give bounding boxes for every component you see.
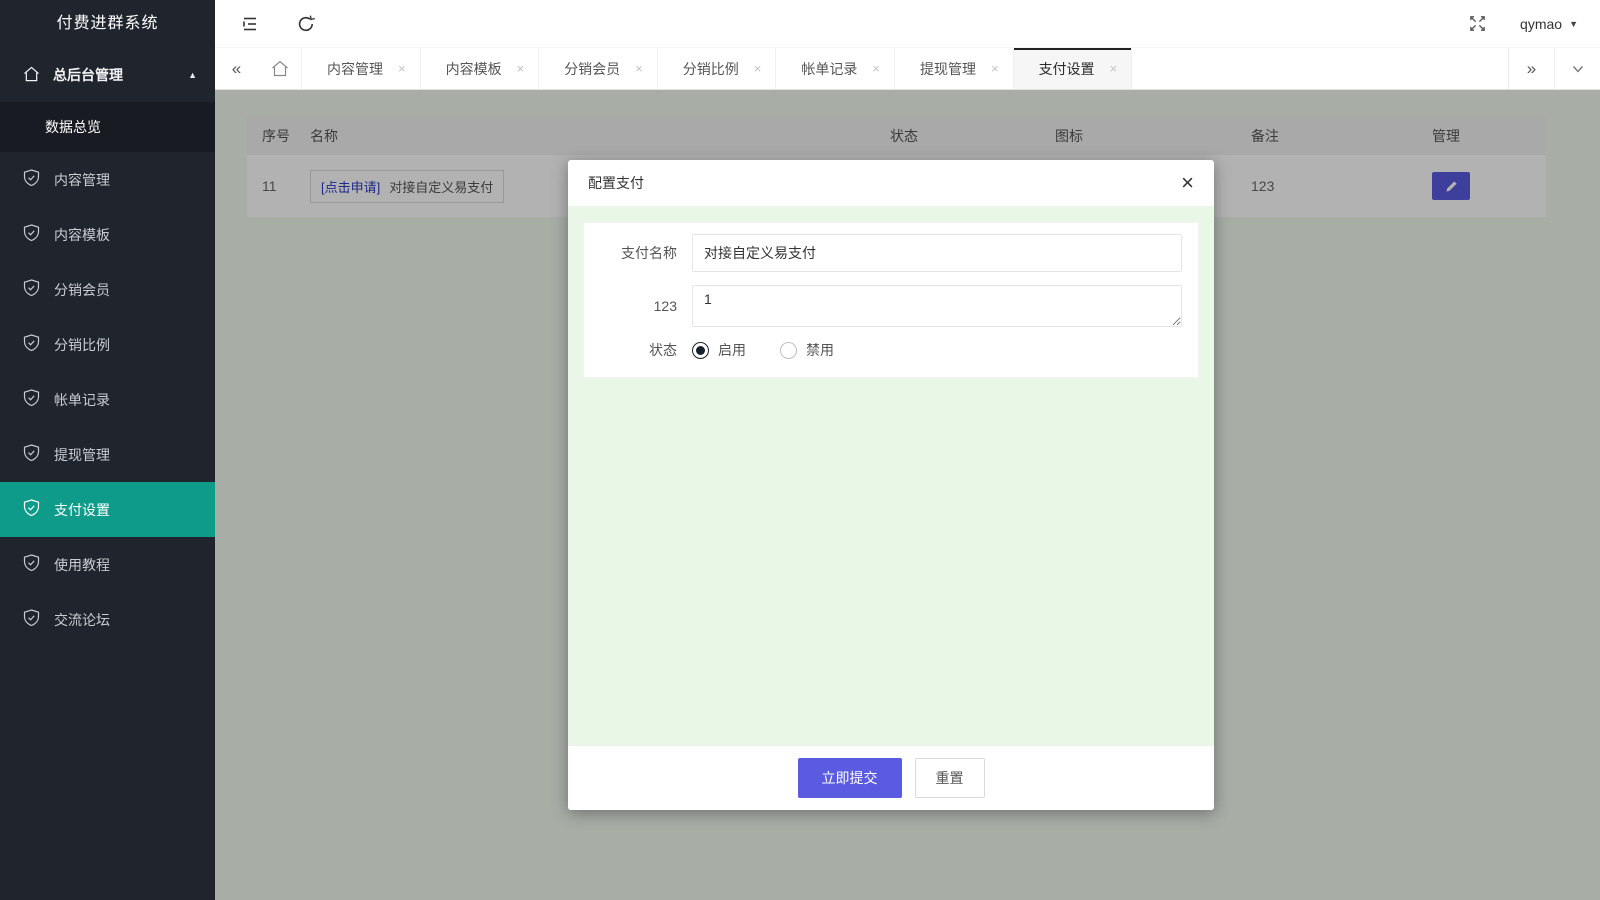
tab-bar: « 内容管理 × 内容模板 × 分销会员 × 分销比例 × 帐单记录: [215, 48, 1600, 90]
app-root: 付费进群系统 总后台管理 ▲ 数据总览 内容管理 内容模板 分销会员: [0, 0, 1600, 900]
top-header: qymao ▼: [215, 0, 1600, 48]
payment-form: 支付名称 123 1 状态 启用: [583, 222, 1199, 378]
tab-label: 内容模板: [446, 59, 502, 79]
tabs-menu-chevron-down-icon[interactable]: [1554, 48, 1600, 89]
sidebar-item-label: 交流论坛: [54, 610, 110, 630]
tab-label: 内容管理: [327, 59, 383, 79]
form-row-status: 状态 启用 禁用: [584, 340, 1182, 360]
sidebar-item-data-overview[interactable]: 数据总览: [0, 102, 215, 152]
key-label: 123: [584, 298, 692, 314]
sidebar-item-distribution-member[interactable]: 分销会员: [0, 262, 215, 317]
caret-up-icon: ▲: [188, 70, 197, 80]
shield-check-icon: [23, 169, 40, 190]
sidebar-item-label: 内容管理: [54, 170, 110, 190]
sidebar-item-content-template[interactable]: 内容模板: [0, 207, 215, 262]
caret-down-icon: ▼: [1569, 19, 1578, 29]
form-row-key: 123 1: [584, 285, 1182, 327]
radio-disabled-label: 禁用: [806, 340, 834, 360]
tabs-scroll-left-icon[interactable]: «: [215, 48, 258, 89]
close-icon[interactable]: ×: [754, 61, 762, 76]
sidebar-item-usage-tutorial[interactable]: 使用教程: [0, 537, 215, 592]
sidebar-item-label: 提现管理: [54, 445, 110, 465]
home-icon: [23, 66, 40, 85]
tab-withdrawal-management[interactable]: 提现管理 ×: [895, 48, 1014, 89]
radio-circle-icon: [692, 342, 709, 359]
shield-check-icon: [23, 224, 40, 245]
sidebar-item-forum[interactable]: 交流论坛: [0, 592, 215, 647]
close-icon[interactable]: ×: [1181, 172, 1194, 194]
close-icon[interactable]: ×: [398, 61, 406, 76]
radio-circle-icon: [780, 342, 797, 359]
tab-bar-controls: »: [1508, 48, 1600, 89]
status-label: 状态: [584, 340, 692, 360]
shield-check-icon: [23, 389, 40, 410]
sidebar-item-label: 使用教程: [54, 555, 110, 575]
content-area: 序号 名称 状态 图标 备注 管理 11 [点击申请] 对接自定义易支付: [215, 90, 1600, 900]
tab-distribution-member[interactable]: 分销会员 ×: [539, 48, 658, 89]
tab-payment-settings[interactable]: 支付设置 ×: [1014, 48, 1133, 89]
main-area: qymao ▼ « 内容管理 × 内容模板 × 分销会员 ×: [215, 0, 1600, 900]
tab-label: 帐单记录: [801, 59, 857, 79]
sidebar-item-withdrawal-management[interactable]: 提现管理: [0, 427, 215, 482]
sidebar-item-label: 帐单记录: [54, 390, 110, 410]
payment-name-input[interactable]: [692, 234, 1182, 272]
radio-enabled-label: 启用: [718, 340, 746, 360]
sidebar-item-label: 数据总览: [45, 119, 101, 135]
configure-payment-modal: 配置支付 × 支付名称 123 1 状态: [568, 160, 1214, 810]
app-title: 付费进群系统: [0, 0, 215, 48]
modal-body: 支付名称 123 1 状态 启用: [568, 207, 1214, 745]
sidebar-item-label: 内容模板: [54, 225, 110, 245]
sidebar-item-content-management[interactable]: 内容管理: [0, 152, 215, 207]
radio-disabled[interactable]: 禁用: [780, 340, 834, 360]
user-name: qymao: [1520, 16, 1562, 32]
topbar-right: qymao ▼: [1464, 11, 1578, 37]
shield-check-icon: [23, 444, 40, 465]
tab-home[interactable]: [258, 48, 302, 89]
radio-enabled[interactable]: 启用: [692, 340, 746, 360]
sidebar-item-admin-group[interactable]: 总后台管理 ▲: [0, 48, 215, 102]
key-textarea[interactable]: 1: [692, 285, 1182, 327]
tab-label: 提现管理: [920, 59, 976, 79]
user-menu[interactable]: qymao ▼: [1520, 16, 1578, 32]
shield-check-icon: [23, 609, 40, 630]
tabs-scroll-right-icon[interactable]: »: [1508, 48, 1554, 89]
sidebar-menu: 总后台管理 ▲ 数据总览 内容管理 内容模板 分销会员 分销比例: [0, 48, 215, 647]
sidebar-item-bill-records[interactable]: 帐单记录: [0, 372, 215, 427]
tab-label: 支付设置: [1039, 59, 1095, 79]
shield-check-icon: [23, 554, 40, 575]
close-icon[interactable]: ×: [991, 61, 999, 76]
tab-bill-records[interactable]: 帐单记录 ×: [776, 48, 895, 89]
close-icon[interactable]: ×: [872, 61, 880, 76]
close-icon[interactable]: ×: [517, 61, 525, 76]
modal-footer: 立即提交 重置: [568, 745, 1214, 810]
payment-name-label: 支付名称: [584, 243, 692, 263]
reset-button[interactable]: 重置: [915, 758, 985, 798]
tab-content-management[interactable]: 内容管理 ×: [302, 48, 421, 89]
modal-header: 配置支付 ×: [568, 160, 1214, 207]
shield-check-icon: [23, 279, 40, 300]
sidebar-item-label: 总后台管理: [53, 65, 188, 85]
fullscreen-icon[interactable]: [1464, 11, 1490, 37]
status-radio-group: 启用 禁用: [692, 340, 834, 360]
refresh-icon[interactable]: [293, 11, 319, 37]
sidebar-item-distribution-ratio[interactable]: 分销比例: [0, 317, 215, 372]
submit-button[interactable]: 立即提交: [798, 758, 902, 798]
sidebar-item-label: 支付设置: [54, 500, 110, 520]
close-icon[interactable]: ×: [1110, 61, 1118, 76]
tab-label: 分销比例: [683, 59, 739, 79]
tab-label: 分销会员: [564, 59, 620, 79]
shield-check-icon: [23, 334, 40, 355]
sidebar-collapse-icon[interactable]: [237, 11, 263, 37]
close-icon[interactable]: ×: [635, 61, 643, 76]
sidebar: 付费进群系统 总后台管理 ▲ 数据总览 内容管理 内容模板 分销会员: [0, 0, 215, 900]
tab-content-template[interactable]: 内容模板 ×: [421, 48, 540, 89]
sidebar-item-label: 分销比例: [54, 335, 110, 355]
tab-distribution-ratio[interactable]: 分销比例 ×: [658, 48, 777, 89]
sidebar-item-label: 分销会员: [54, 280, 110, 300]
modal-title: 配置支付: [588, 173, 644, 193]
sidebar-item-payment-settings[interactable]: 支付设置: [0, 482, 215, 537]
form-row-payment-name: 支付名称: [584, 234, 1182, 272]
home-icon: [271, 60, 289, 77]
shield-check-icon: [23, 499, 40, 520]
